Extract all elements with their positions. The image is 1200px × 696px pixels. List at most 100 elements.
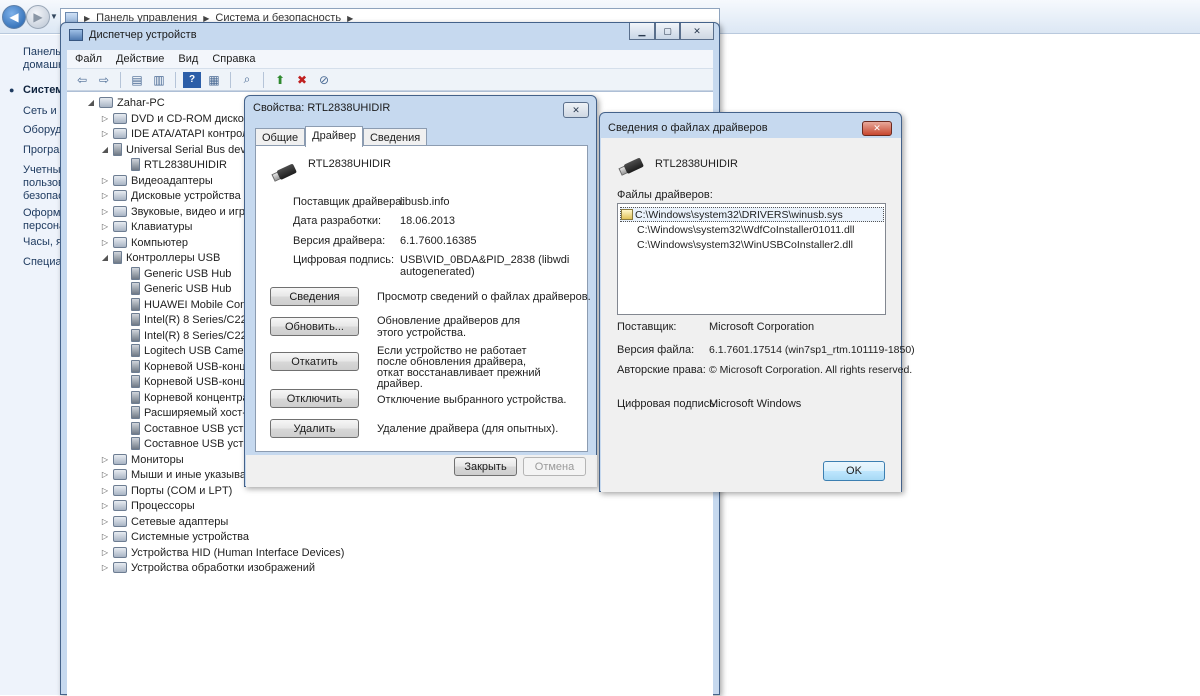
update-driver-button[interactable]: Обновить... <box>270 317 359 336</box>
tree-node[interactable]: ◢ Universal Serial Bus devices <box>101 142 265 157</box>
close-button[interactable]: ✕ <box>563 102 589 118</box>
list-item[interactable]: C:\Windows\system32\WinUSBCoInstaller2.d… <box>637 237 853 252</box>
expander-icon[interactable]: ◢ <box>101 253 109 262</box>
uninstall-driver-button[interactable]: Удалить <box>270 419 359 438</box>
expander-icon[interactable]: ▷ <box>101 129 109 138</box>
detail-value: Microsoft Windows <box>709 398 802 410</box>
close-button[interactable]: ✕ <box>680 23 714 40</box>
back-icon[interactable]: ⇦ <box>73 72 91 88</box>
sidebar-item[interactable]: Панель <box>23 46 61 58</box>
tree-node-label: Generic USB Hub <box>144 282 232 295</box>
expander-icon[interactable]: ▷ <box>101 563 109 572</box>
expander-icon[interactable]: ▷ <box>101 176 109 185</box>
driver-files-list[interactable]: C:\Windows\system32\DRIVERS\winusb.sys C… <box>617 203 886 315</box>
field-label: Поставщик драйвера: <box>293 196 405 208</box>
tree-node[interactable]: ◢ Zahar-PC <box>87 95 165 110</box>
tree-node-label: Устройства HID (Human Interface Devices) <box>131 546 345 559</box>
sidebar-item[interactable]: персона <box>23 220 65 232</box>
expander-icon[interactable]: ▷ <box>101 548 109 557</box>
tree-node[interactable]: ▷ Клавиатуры <box>101 219 192 234</box>
tree-node[interactable]: ▷ Устройства обработки изображений <box>101 560 315 575</box>
sidebar-item[interactable]: домашн <box>23 59 64 71</box>
expander-icon[interactable]: ▷ <box>101 455 109 464</box>
expander-icon[interactable]: ▷ <box>101 470 109 479</box>
sidebar-item[interactable]: Оформ <box>23 207 60 219</box>
grid-icon[interactable]: ▦ <box>205 72 223 88</box>
list-item[interactable]: C:\Windows\system32\WdfCoInstaller01011.… <box>637 222 854 237</box>
expander-icon[interactable]: ▷ <box>101 222 109 231</box>
tree-node[interactable]: ▷ Устройства HID (Human Interface Devices… <box>101 545 345 560</box>
tree-node[interactable]: ▷ Компьютер <box>101 235 188 250</box>
disable-device-button[interactable]: Отключить <box>270 389 359 408</box>
menu-action[interactable]: Действие <box>116 53 164 65</box>
forward-arrow-icon[interactable]: ▶ <box>26 5 50 29</box>
menu-view[interactable]: Вид <box>178 53 198 65</box>
tree-node[interactable]: RTL2838UHIDIR <box>119 157 227 172</box>
expander-icon[interactable]: ◢ <box>101 145 109 154</box>
usb-icon <box>131 282 140 295</box>
uninstall-icon[interactable]: ✖ <box>293 72 311 88</box>
expander-icon[interactable]: ▷ <box>101 114 109 123</box>
sidebar-item[interactable]: Специа <box>23 256 62 268</box>
tree-node[interactable]: ▷ Сетевые адаптеры <box>101 514 228 529</box>
sidebar-item[interactable]: Оборуд <box>23 124 62 136</box>
properties-view-icon[interactable]: ▤ <box>128 72 146 88</box>
close-dialog-button[interactable]: Закрыть <box>454 457 517 476</box>
expander-icon[interactable]: ▷ <box>101 207 109 216</box>
tree-node[interactable]: ▷ Дисковые устройства <box>101 188 241 203</box>
cancel-button[interactable]: Отмена <box>523 457 586 476</box>
back-arrow-icon[interactable]: ◀ <box>2 5 26 29</box>
driver-details-button[interactable]: Сведения <box>270 287 359 306</box>
forward-icon[interactable]: ⇨ <box>95 72 113 88</box>
minimize-button[interactable]: ▁ <box>629 23 655 40</box>
expander-icon[interactable]: ▷ <box>101 532 109 541</box>
expander-icon[interactable]: ▷ <box>101 486 109 495</box>
sidebar-item[interactable]: Учетны <box>23 164 61 176</box>
sidebar-item[interactable]: пользов <box>23 177 64 189</box>
expander-icon[interactable]: ▷ <box>101 501 109 510</box>
toolbar-separator <box>120 71 121 88</box>
sidebar-item[interactable]: безопас <box>23 190 64 202</box>
usb-icon <box>113 251 122 264</box>
menu-file[interactable]: Файл <box>75 53 102 65</box>
tree-node[interactable]: ▷ Процессоры <box>101 498 195 513</box>
expander-icon[interactable]: ▷ <box>101 238 109 247</box>
list-view-icon[interactable]: ▥ <box>150 72 168 88</box>
tab-driver[interactable]: Драйвер <box>305 126 363 147</box>
close-button[interactable]: ✕ <box>862 121 892 136</box>
tree-node-label: Устройства обработки изображений <box>131 561 316 574</box>
tree-node[interactable]: ▷ Порты (COM и LPT) <box>101 483 232 498</box>
usb-icon <box>131 375 140 388</box>
tab-details[interactable]: Сведения <box>362 128 428 146</box>
usb-device-icon <box>270 162 298 185</box>
expander-icon[interactable]: ▷ <box>101 191 109 200</box>
roll-back-driver-button[interactable]: Откатить <box>270 352 359 371</box>
update-driver-icon[interactable]: ⬆ <box>271 72 289 88</box>
menu-help[interactable]: Справка <box>212 53 255 65</box>
expander-icon[interactable]: ◢ <box>87 98 95 107</box>
detail-label: Версия файла: <box>617 344 695 356</box>
usb-device-icon <box>617 156 645 179</box>
tree-node[interactable]: ▷ Видеоадаптеры <box>101 173 213 188</box>
field-value: 18.06.2013 <box>400 215 456 227</box>
maximize-button[interactable]: ▢ <box>655 23 680 40</box>
history-dropdown-icon[interactable]: ▼ <box>50 12 58 21</box>
sidebar-item[interactable]: Часы, я <box>23 236 62 248</box>
scan-icon[interactable]: ⌕ <box>238 72 256 88</box>
tree-node[interactable]: ▷ Системные устройства <box>101 529 249 544</box>
list-item[interactable]: C:\Windows\system32\DRIVERS\winusb.sys <box>620 207 884 222</box>
help-icon[interactable]: ? <box>183 71 201 88</box>
tree-node-label: Сетевые адаптеры <box>131 515 229 528</box>
ok-button[interactable]: OK <box>823 461 885 481</box>
tree-node[interactable]: Generic USB Hub <box>119 266 231 281</box>
tree-node[interactable]: ▷ Мониторы <box>101 452 184 467</box>
disable-icon[interactable]: ⊘ <box>315 72 333 88</box>
sidebar-item[interactable]: Програ <box>23 144 59 156</box>
tab-general[interactable]: Общие <box>255 128 306 146</box>
sidebar-item-current[interactable]: Систем <box>23 84 63 96</box>
tree-node[interactable]: ◢ Контроллеры USB <box>101 250 220 265</box>
usb-icon <box>131 313 140 326</box>
expander-icon[interactable]: ▷ <box>101 517 109 526</box>
tree-node-label: RTL2838UHIDIR <box>144 158 227 171</box>
tree-node[interactable]: Generic USB Hub <box>119 281 231 296</box>
